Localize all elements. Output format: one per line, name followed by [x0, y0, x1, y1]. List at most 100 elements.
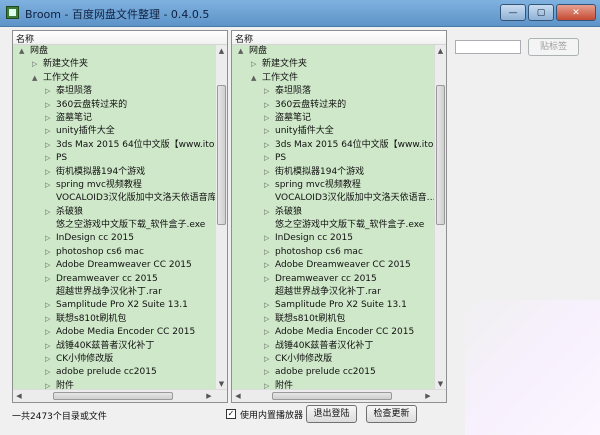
tree-item[interactable]: ▷ 新建文件夹 [232, 58, 434, 71]
tree-item[interactable]: VOCALOID3汉化版加中文洛天依语音库附 [13, 192, 215, 205]
collapsed-arrow-icon[interactable]: ▷ [264, 246, 269, 259]
collapsed-arrow-icon[interactable]: ▷ [251, 58, 256, 71]
collapsed-arrow-icon[interactable]: ▷ [45, 353, 50, 366]
collapsed-arrow-icon[interactable]: ▷ [45, 326, 50, 339]
scroll-thumb[interactable] [217, 85, 226, 225]
tree-item[interactable]: ▷ 泰坦陨落 [13, 85, 215, 98]
check-update-button[interactable]: 检查更新 [366, 405, 417, 423]
tree-item[interactable]: ▷ Dreamweaver cc 2015 [232, 273, 434, 286]
left-horizontal-scrollbar[interactable]: ◀ ▶ [13, 389, 227, 402]
expanded-arrow-icon[interactable]: ▲ [32, 72, 37, 85]
tree-item[interactable]: ▷ InDesign cc 2015 [232, 232, 434, 245]
tree-item[interactable]: ▷ CK小帅修改版 [13, 353, 215, 366]
scroll-up-icon[interactable]: ▲ [435, 45, 446, 57]
collapsed-arrow-icon[interactable]: ▷ [45, 259, 50, 272]
tree-item[interactable]: ▷ adobe prelude cc2015 [232, 366, 434, 379]
collapsed-arrow-icon[interactable]: ▷ [264, 139, 269, 152]
scroll-up-icon[interactable]: ▲ [216, 45, 227, 57]
expanded-arrow-icon[interactable]: ▲ [238, 45, 243, 58]
collapsed-arrow-icon[interactable]: ▷ [264, 340, 269, 353]
expanded-arrow-icon[interactable]: ▲ [251, 72, 256, 85]
tree-item[interactable]: ▷ Adobe Dreamweaver CC 2015 [232, 259, 434, 272]
tree-item[interactable]: ▷ 泰坦陨落 [232, 85, 434, 98]
tree-item[interactable]: VOCALOID3汉化版加中文洛天依语音… [232, 192, 434, 205]
tree-item[interactable]: ▷ unity插件大全 [232, 125, 434, 138]
tag-input[interactable] [455, 40, 521, 54]
scroll-right-icon[interactable]: ▶ [422, 390, 434, 402]
collapsed-arrow-icon[interactable]: ▷ [32, 58, 37, 71]
column-header-name[interactable]: 名称 [13, 31, 227, 45]
collapsed-arrow-icon[interactable]: ▷ [45, 299, 50, 312]
collapsed-arrow-icon[interactable]: ▷ [264, 232, 269, 245]
collapsed-arrow-icon[interactable]: ▷ [264, 353, 269, 366]
close-button[interactable]: ✕ [556, 4, 596, 21]
left-tree[interactable]: ▲ 网盘 ▷ 新建文件夹 ▲ 工作文件 ▷ 泰坦陨落 ▷ 360云盘转过来的 ▷ 盗墓笔记 ▷ unity… [13, 45, 215, 390]
tree-item[interactable]: ▷ 联想s810t刷机包 [13, 313, 215, 326]
scroll-right-icon[interactable]: ▶ [203, 390, 215, 402]
collapsed-arrow-icon[interactable]: ▷ [45, 313, 50, 326]
tree-item[interactable]: ▷ Dreamweaver cc 2015 [13, 273, 215, 286]
collapsed-arrow-icon[interactable]: ▷ [264, 112, 269, 125]
collapsed-arrow-icon[interactable]: ▷ [264, 166, 269, 179]
builtin-player-checkbox[interactable]: ✓ [226, 409, 236, 419]
tree-item[interactable]: ▷ 360云盘转过来的 [13, 99, 215, 112]
collapsed-arrow-icon[interactable]: ▷ [45, 139, 50, 152]
tree-item[interactable]: ▷ Adobe Media Encoder CC 2015 [232, 326, 434, 339]
collapsed-arrow-icon[interactable]: ▷ [264, 259, 269, 272]
collapsed-arrow-icon[interactable]: ▷ [45, 166, 50, 179]
scroll-thumb[interactable] [436, 85, 445, 225]
tree-item[interactable]: ▷ Adobe Dreamweaver CC 2015 [13, 259, 215, 272]
collapsed-arrow-icon[interactable]: ▷ [45, 112, 50, 125]
collapsed-arrow-icon[interactable]: ▷ [45, 273, 50, 286]
logout-button[interactable]: 退出登陆 [306, 405, 357, 423]
tree-item[interactable]: ▷ 3ds Max 2015 64位中文版【www.itopdo [13, 139, 215, 152]
tree-item[interactable]: ▷ 杀破狼 [232, 206, 434, 219]
tree-item[interactable]: ▷ PS [232, 152, 434, 165]
builtin-player-label[interactable]: 使用内置播放器 [240, 408, 303, 421]
tree-item[interactable]: ▷ 360云盘转过来的 [232, 99, 434, 112]
collapsed-arrow-icon[interactable]: ▷ [45, 340, 50, 353]
collapsed-arrow-icon[interactable]: ▷ [264, 85, 269, 98]
collapsed-arrow-icon[interactable]: ▷ [45, 152, 50, 165]
tag-button[interactable]: 贴标签 [528, 38, 579, 56]
tree-item[interactable]: ▷ photoshop cs6 mac [232, 246, 434, 259]
collapsed-arrow-icon[interactable]: ▷ [45, 206, 50, 219]
tree-item[interactable]: ▲ 工作文件 [232, 72, 434, 85]
collapsed-arrow-icon[interactable]: ▷ [45, 232, 50, 245]
tree-item[interactable]: ▷ CK小帅修改版 [232, 353, 434, 366]
tree-item[interactable]: ▷ Samplitude Pro X2 Suite 13.1 [13, 299, 215, 312]
tree-item[interactable]: ▷ InDesign cc 2015 [13, 232, 215, 245]
tree-item[interactable]: ▷ 盗墓笔记 [232, 112, 434, 125]
maximize-button[interactable]: ▢ [528, 4, 554, 21]
tree-item[interactable]: ▲ 网盘 [232, 45, 434, 58]
tree-item[interactable]: ▷ unity插件大全 [13, 125, 215, 138]
right-horizontal-scrollbar[interactable]: ◀ ▶ [232, 389, 446, 402]
collapsed-arrow-icon[interactable]: ▷ [264, 152, 269, 165]
tree-item[interactable]: ▷ adobe prelude cc2015 [13, 366, 215, 379]
tree-item[interactable]: ▷ 杀破狼 [13, 206, 215, 219]
tree-item[interactable]: ▷ 战锤40K兹普者汉化补丁 [232, 340, 434, 353]
left-vertical-scrollbar[interactable]: ▲ ▼ [215, 45, 227, 390]
collapsed-arrow-icon[interactable]: ▷ [45, 366, 50, 379]
collapsed-arrow-icon[interactable]: ▷ [264, 99, 269, 112]
collapsed-arrow-icon[interactable]: ▷ [264, 313, 269, 326]
minimize-button[interactable]: — [500, 4, 526, 21]
collapsed-arrow-icon[interactable]: ▷ [45, 125, 50, 138]
right-vertical-scrollbar[interactable]: ▲ ▼ [434, 45, 446, 390]
tree-item[interactable]: ▷ 新建文件夹 [13, 58, 215, 71]
collapsed-arrow-icon[interactable]: ▷ [45, 246, 50, 259]
right-tree[interactable]: ▲ 网盘 ▷ 新建文件夹 ▲ 工作文件 ▷ 泰坦陨落 ▷ 360云盘转过来的 ▷ 盗墓笔记 ▷ unity… [232, 45, 434, 390]
collapsed-arrow-icon[interactable]: ▷ [264, 179, 269, 192]
tree-item[interactable]: ▷ 街机模拟器194个游戏 [232, 166, 434, 179]
collapsed-arrow-icon[interactable]: ▷ [45, 99, 50, 112]
expanded-arrow-icon[interactable]: ▲ [19, 45, 24, 58]
tree-item[interactable]: ▷ Adobe Media Encoder CC 2015 [13, 326, 215, 339]
tree-item[interactable]: ▷ 战锤40K兹普者汉化补丁 [13, 340, 215, 353]
tree-item[interactable]: ▷ 盗墓笔记 [13, 112, 215, 125]
column-header-name[interactable]: 名称 [232, 31, 446, 45]
tree-item[interactable]: 悠之空游戏中文版下载_软件盒子.exe [232, 219, 434, 232]
tree-item[interactable]: ▷ photoshop cs6 mac [13, 246, 215, 259]
tree-item[interactable]: 超越世界战争汉化补丁.rar [13, 286, 215, 299]
tree-item[interactable]: ▷ 联想s810t刷机包 [232, 313, 434, 326]
tree-item[interactable]: 悠之空游戏中文版下载_软件盒子.exe [13, 219, 215, 232]
